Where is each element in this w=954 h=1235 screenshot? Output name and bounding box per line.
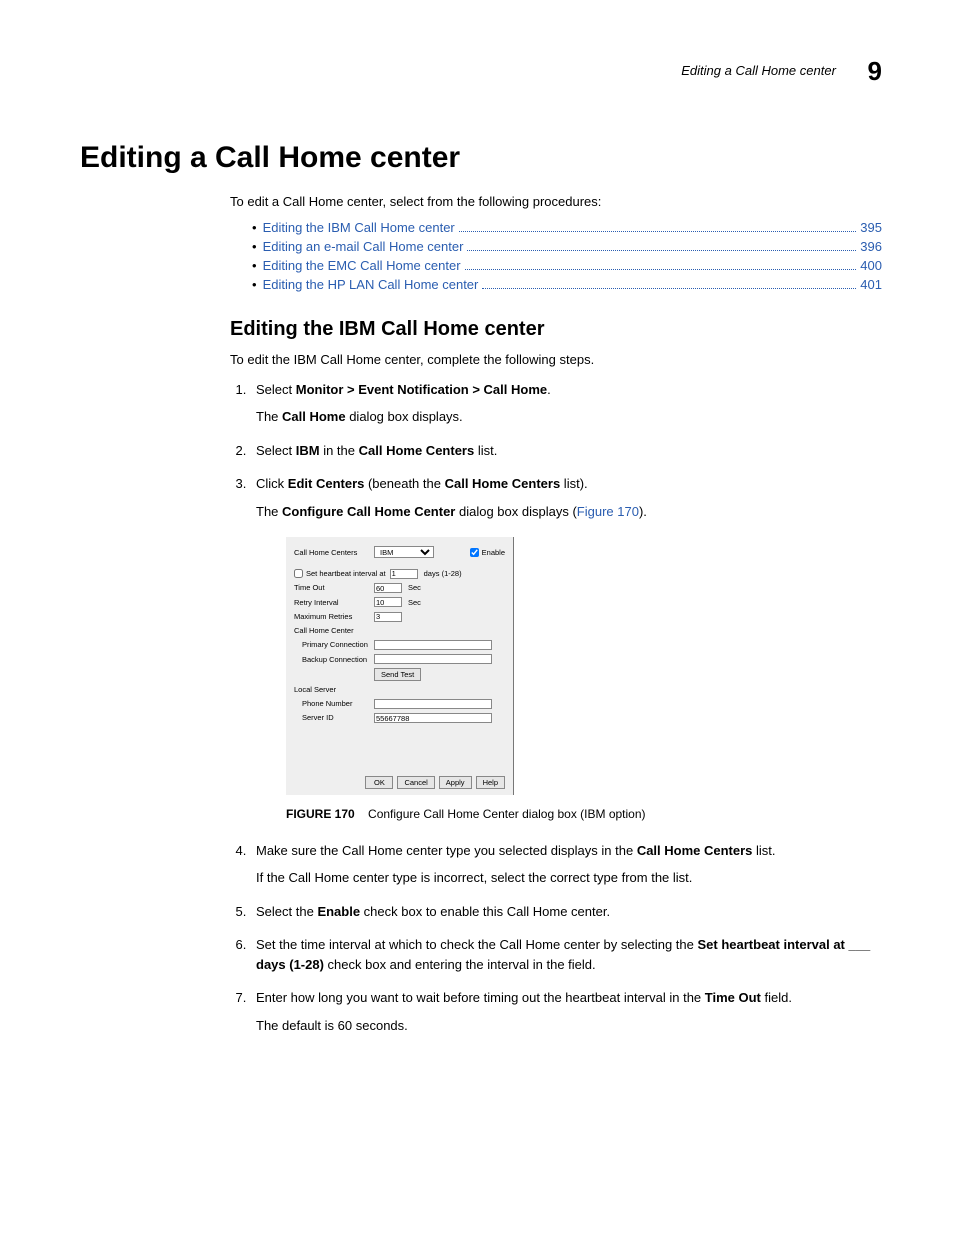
toc-item[interactable]: Editing the IBM Call Home center 395 [252,220,882,235]
step-6: Set the time interval at which to check … [250,935,882,974]
maxretries-label: Maximum Retries [294,611,374,622]
toc-item[interactable]: Editing the HP LAN Call Home center 401 [252,277,882,292]
center-section-label: Call Home Center [294,625,374,636]
ok-button[interactable]: OK [365,776,393,789]
local-section-label: Local Server [294,684,374,695]
toc-link[interactable]: Editing the HP LAN Call Home center [263,277,479,292]
subsection-intro: To edit the IBM Call Home center, comple… [230,351,882,370]
primary-label: Primary Connection [294,639,374,650]
step-3: Click Edit Centers (beneath the Call Hom… [250,474,882,823]
running-title: Editing a Call Home center [681,63,836,78]
step-4: Make sure the Call Home center type you … [250,841,882,888]
step-3-sub: The Configure Call Home Center dialog bo… [256,502,882,522]
chapter-number: 9 [868,56,882,87]
heartbeat-label: Set heartbeat interval at [306,568,386,579]
timeout-label: Time Out [294,582,374,593]
retry-input[interactable] [374,597,402,607]
cancel-button[interactable]: Cancel [397,776,434,789]
phone-label: Phone Number [294,698,374,709]
figure-xref[interactable]: Figure 170 [577,504,639,519]
backup-label: Backup Connection [294,654,374,665]
toc-list: Editing the IBM Call Home center 395 Edi… [252,220,882,292]
intro-text: To edit a Call Home center, select from … [230,193,882,212]
step-1-sub: The Call Home dialog box displays. [256,407,882,427]
configure-call-home-dialog: Call Home Centers IBM Enable Set heartbe… [286,537,514,795]
figure-label: FIGURE 170 [286,807,355,821]
toc-leader [459,231,857,232]
toc-page[interactable]: 401 [860,277,882,292]
content-body: To edit a Call Home center, select from … [230,193,882,1035]
toc-page[interactable]: 395 [860,220,882,235]
heartbeat-checkbox[interactable] [294,569,303,578]
serverid-input[interactable] [374,713,492,723]
send-test-button[interactable]: Send Test [374,668,421,681]
centers-label: Call Home Centers [294,547,374,558]
help-button[interactable]: Help [476,776,505,789]
toc-leader [465,269,857,270]
toc-link[interactable]: Editing an e-mail Call Home center [263,239,464,254]
toc-link[interactable]: Editing the EMC Call Home center [263,258,461,273]
toc-page[interactable]: 396 [860,239,882,254]
phone-input[interactable] [374,699,492,709]
step-7-sub: The default is 60 seconds. [256,1016,882,1036]
serverid-label: Server ID [294,712,374,723]
toc-item[interactable]: Editing the EMC Call Home center 400 [252,258,882,273]
maxretries-input[interactable] [374,612,402,622]
step-1: Select Monitor > Event Notification > Ca… [250,380,882,427]
figure-caption-text: Configure Call Home Center dialog box (I… [368,807,645,821]
toc-leader [467,250,856,251]
backup-input[interactable] [374,654,492,664]
timeout-input[interactable] [374,583,402,593]
toc-item[interactable]: Editing an e-mail Call Home center 396 [252,239,882,254]
step-2: Select IBM in the Call Home Centers list… [250,441,882,461]
figure-caption: FIGURE 170 Configure Call Home Center di… [286,805,882,823]
step-4-sub: If the Call Home center type is incorrec… [256,868,882,888]
page-title: Editing a Call Home center [80,141,882,175]
steps-list: Select Monitor > Event Notification > Ca… [230,380,882,1036]
toc-leader [482,288,856,289]
step-7: Enter how long you want to wait before t… [250,988,882,1035]
call-home-centers-select[interactable]: IBM [374,546,434,558]
toc-link[interactable]: Editing the IBM Call Home center [263,220,455,235]
step-5: Select the Enable check box to enable th… [250,902,882,922]
timeout-suffix: Sec [408,582,421,593]
heartbeat-input[interactable] [390,569,418,579]
enable-checkbox[interactable] [470,548,479,557]
retry-label: Retry Interval [294,597,374,608]
primary-input[interactable] [374,640,492,650]
toc-page[interactable]: 400 [860,258,882,273]
subsection-title: Editing the IBM Call Home center [230,318,882,341]
apply-button[interactable]: Apply [439,776,472,789]
enable-label: Enable [482,547,505,558]
page: Editing a Call Home center 9 Editing a C… [0,0,954,1089]
figure-170: Call Home Centers IBM Enable Set heartbe… [286,537,882,795]
heartbeat-suffix: days (1-28) [424,568,462,579]
running-header: Editing a Call Home center 9 [80,56,882,87]
retry-suffix: Sec [408,597,421,608]
